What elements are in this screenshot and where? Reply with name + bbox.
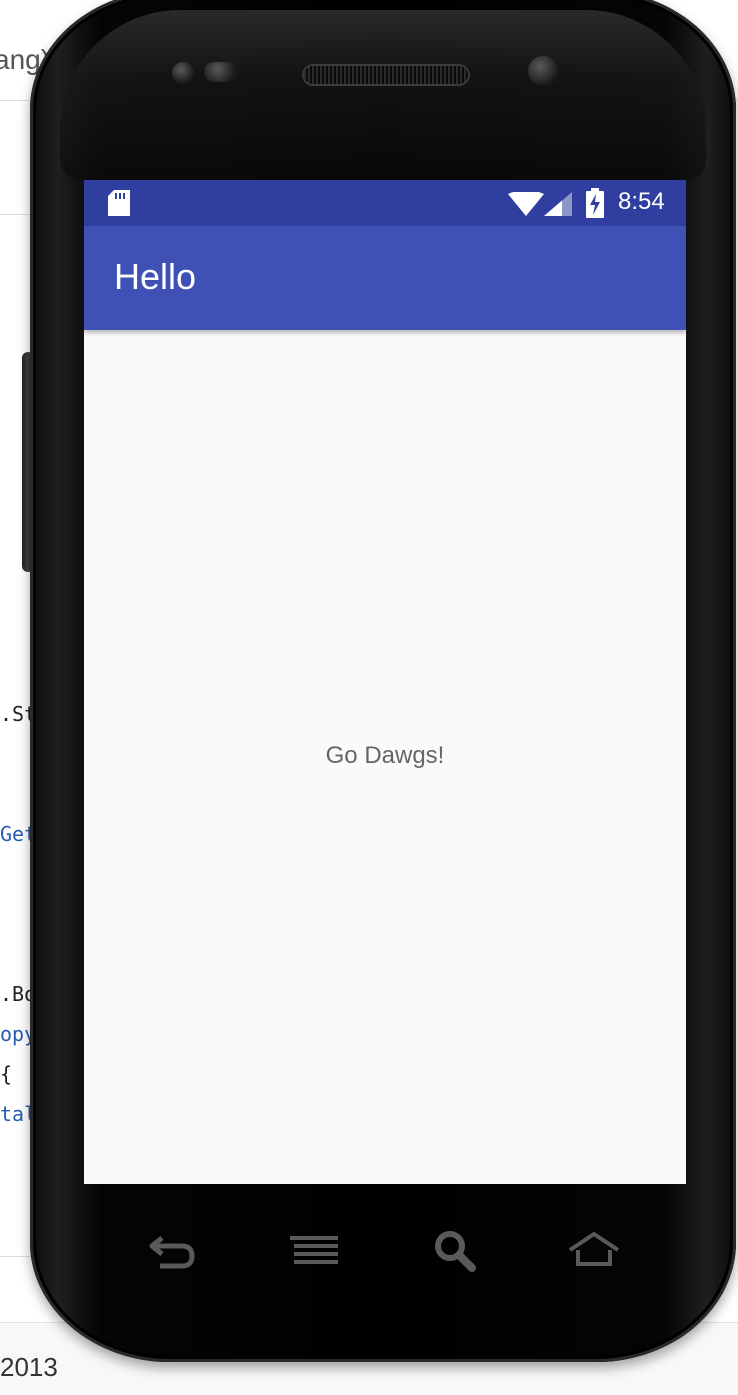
background-code-line: { — [0, 1062, 13, 1086]
earpiece-speaker — [304, 66, 468, 84]
status-clock: 8:54 — [618, 188, 665, 215]
home-icon[interactable] — [566, 1228, 622, 1274]
menu-icon[interactable] — [290, 1228, 340, 1274]
app-title: Hello — [114, 256, 197, 297]
main-message: Go Dawgs! — [325, 742, 445, 769]
signal-icon — [544, 192, 572, 216]
battery-charging-icon — [586, 188, 604, 218]
front-camera-icon — [528, 56, 558, 86]
background-footer-year: 2013 — [0, 1352, 58, 1382]
wifi-icon — [508, 192, 544, 216]
phone-top-gloss — [60, 10, 706, 180]
sd-card-icon — [108, 190, 130, 216]
phone-screen: 8:54 Hello Go Dawgs! — [84, 180, 686, 1184]
search-icon[interactable] — [432, 1228, 482, 1274]
proximity-sensor-icon — [204, 62, 238, 82]
front-sensor-icon — [172, 62, 194, 84]
back-icon[interactable] — [148, 1228, 198, 1274]
app-bar: Hello — [84, 226, 686, 330]
status-bar: 8:54 — [84, 180, 686, 226]
